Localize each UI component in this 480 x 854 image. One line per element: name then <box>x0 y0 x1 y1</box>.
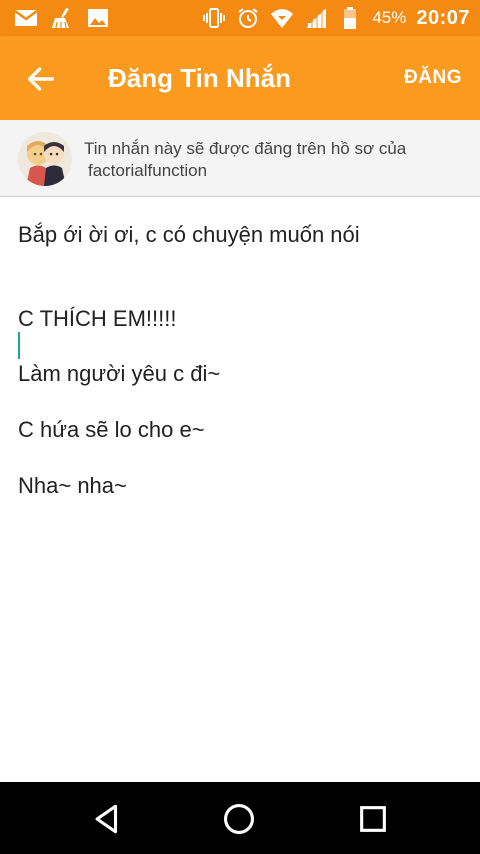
page-title: Đăng Tin Nhắn <box>108 63 291 93</box>
wifi-icon <box>271 9 294 28</box>
cleaner-icon <box>52 8 69 29</box>
avatar[interactable] <box>18 132 72 186</box>
navigation-bar <box>0 782 480 854</box>
signal-icon <box>306 8 327 28</box>
message-line: Nha~ nha~ <box>18 473 127 498</box>
message-line: C THÍCH EM!!!!! <box>18 306 177 331</box>
gallery-icon <box>88 9 108 27</box>
text-cursor <box>18 332 20 359</box>
avatar-image <box>18 132 72 186</box>
message-line: C hứa sẽ lo cho e~ <box>18 417 205 442</box>
status-bar-left <box>14 6 110 30</box>
post-info-username: factorialfunction <box>88 161 208 180</box>
battery-icon <box>344 7 357 29</box>
app-bar: Đăng Tin Nhắn ĐĂNG <box>0 36 480 120</box>
arrow-left-icon[interactable] <box>24 62 58 96</box>
message-line: Bắp ới ời ơi, c có chuyện muốn nói <box>18 222 360 247</box>
message-line: Làm người yêu c đi~ <box>18 361 221 386</box>
battery-percentage: 45% <box>372 8 407 27</box>
status-bar: 45% 20:07 <box>0 0 480 36</box>
post-info-bar: Tin nhắn này sẽ được đăng trên hồ sơ của… <box>0 120 480 197</box>
status-bar-right: 45% 20:07 <box>202 4 470 32</box>
home-circle-icon[interactable] <box>222 802 256 836</box>
post-button[interactable]: ĐĂNG <box>404 64 462 92</box>
alarm-icon <box>238 8 258 28</box>
post-info-line: Tin nhắn này sẽ được đăng trên hồ sơ của <box>84 139 407 158</box>
recents-square-icon[interactable] <box>356 802 390 836</box>
vibrate-icon <box>203 8 226 28</box>
gmail-icon <box>14 9 38 26</box>
back-triangle-icon[interactable] <box>90 802 124 836</box>
post-info-text: Tin nhắn này sẽ được đăng trên hồ sơ của… <box>84 138 464 182</box>
status-clock: 20:07 <box>416 7 470 29</box>
